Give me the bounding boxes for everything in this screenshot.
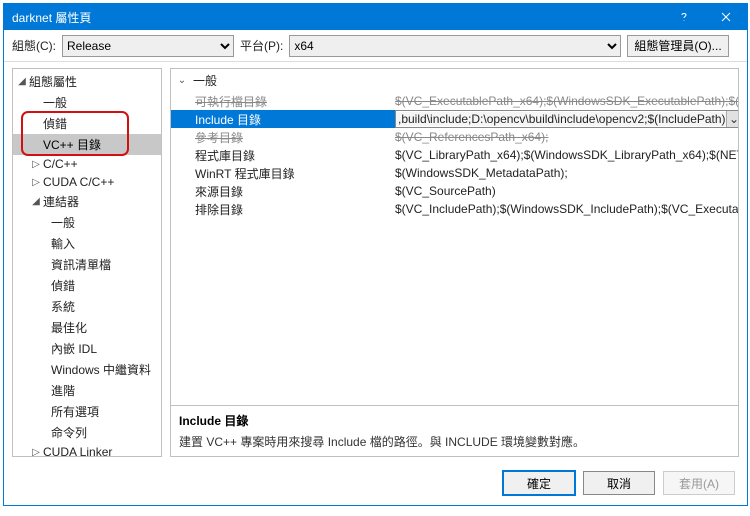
tree-item-label: C/C++ xyxy=(43,157,78,171)
tree-item-label: 輸入 xyxy=(51,235,75,252)
config-label: 組態(C): xyxy=(12,37,56,54)
grid-row-value: $(WindowsSDK_MetadataPath); xyxy=(395,166,738,180)
expand-icon[interactable]: ▷ xyxy=(29,177,43,188)
toolbar: 組態(C): Release 平台(P): x64 組態管理員(O)... xyxy=(4,30,747,62)
grid-row-label: WinRT 程式庫目錄 xyxy=(195,165,395,182)
tree-item[interactable]: 一般 xyxy=(13,212,161,233)
config-select[interactable]: Release xyxy=(62,35,234,57)
property-page-dialog: darknet 屬性頁 組態(C): Release 平台(P): x64 組態… xyxy=(3,3,748,506)
grid-row-label: 程式庫目錄 xyxy=(195,147,395,164)
description-panel: Include 目錄 建置 VC++ 專案時用來搜尋 Include 檔的路徑。… xyxy=(171,405,738,456)
tree-item[interactable]: 進階 xyxy=(13,380,161,401)
expand-icon[interactable]: ▷ xyxy=(29,447,43,458)
tree-item[interactable]: ▷CUDA Linker xyxy=(13,443,161,457)
tree-item[interactable]: VC++ 目錄 xyxy=(13,134,161,155)
right-panel: ⌄ 一般 可執行檔目錄$(VC_ExecutablePath_x64);$(Wi… xyxy=(170,68,739,457)
chevron-down-icon: ⌄ xyxy=(729,112,738,126)
tree-item-label: 一般 xyxy=(51,214,75,231)
expand-icon[interactable]: ▷ xyxy=(29,159,43,170)
tree-item[interactable]: ◢連結器 xyxy=(13,191,161,212)
tree-item-label: 偵錯 xyxy=(51,277,75,294)
tree-item[interactable]: 內嵌 IDL xyxy=(13,338,161,359)
dropdown-button[interactable]: ⌄ xyxy=(726,111,738,127)
help-button[interactable] xyxy=(663,4,705,30)
grid-row-value: $(VC_SourcePath) xyxy=(395,184,738,198)
config-manager-button[interactable]: 組態管理員(O)... xyxy=(627,35,728,57)
description-text: 建置 VC++ 專案時用來搜尋 Include 檔的路徑。與 INCLUDE 環… xyxy=(179,433,730,450)
tree-item-label: 一般 xyxy=(43,94,67,111)
platform-select[interactable]: x64 xyxy=(289,35,621,57)
collapse-icon[interactable]: ◢ xyxy=(29,196,43,207)
tree-item[interactable]: ▷C/C++ xyxy=(13,155,161,173)
footer: 確定 取消 套用(A) xyxy=(4,461,747,505)
tree-item-label: 進階 xyxy=(51,382,75,399)
tree-item-label: 系統 xyxy=(51,298,75,315)
grid-row-label: 排除目錄 xyxy=(195,201,395,218)
grid-row-label: Include 目錄 xyxy=(195,111,395,128)
grid-row-label: 可執行檔目錄 xyxy=(195,93,395,110)
platform-label: 平台(P): xyxy=(240,37,283,54)
tree-item-label: 偵錯 xyxy=(43,115,67,132)
tree-item-label: 最佳化 xyxy=(51,319,87,336)
tree-item[interactable]: 一般 xyxy=(13,92,161,113)
tree-item-label: Windows 中繼資料 xyxy=(51,361,151,378)
description-title: Include 目錄 xyxy=(179,412,730,429)
grid-row[interactable]: WinRT 程式庫目錄$(WindowsSDK_MetadataPath); xyxy=(171,164,738,182)
cancel-button[interactable]: 取消 xyxy=(583,471,655,495)
tree-item-label: VC++ 目錄 xyxy=(43,136,101,153)
close-button[interactable] xyxy=(705,4,747,30)
grid-value-editor[interactable]: ,build\include;D:\opencv\build\include\o… xyxy=(395,110,738,128)
titlebar: darknet 屬性頁 xyxy=(4,4,747,30)
tree-item[interactable]: 所有選項 xyxy=(13,401,161,422)
grid-row[interactable]: 排除目錄$(VC_IncludePath);$(WindowsSDK_Inclu… xyxy=(171,200,738,218)
ok-button[interactable]: 確定 xyxy=(503,471,575,495)
tree-item-label: 所有選項 xyxy=(51,403,99,420)
grid-row[interactable]: Include 目錄,build\include;D:\opencv\build… xyxy=(171,110,738,128)
tree-item[interactable]: 系統 xyxy=(13,296,161,317)
grid-row[interactable]: 參考目錄$(VC_ReferencesPath_x64); xyxy=(171,128,738,146)
tree-item-label: 連結器 xyxy=(43,193,79,210)
grid-row-label: 來源目錄 xyxy=(195,183,395,200)
body-area: ◢ 組態屬性 一般偵錯VC++ 目錄▷C/C++▷CUDA C/C++◢連結器一… xyxy=(4,62,747,461)
grid-category-header[interactable]: ⌄ 一般 xyxy=(171,69,738,92)
grid-row-value: $(VC_IncludePath);$(WindowsSDK_IncludePa… xyxy=(395,202,738,216)
grid-row-value[interactable]: ,build\include;D:\opencv\build\include\o… xyxy=(396,112,726,126)
grid-row[interactable]: 來源目錄$(VC_SourcePath) xyxy=(171,182,738,200)
grid-row[interactable]: 程式庫目錄$(VC_LibraryPath_x64);$(WindowsSDK_… xyxy=(171,146,738,164)
tree-item[interactable]: 資訊清單檔 xyxy=(13,254,161,275)
tree-item[interactable]: ▷CUDA C/C++ xyxy=(13,173,161,191)
collapse-icon[interactable]: ⌄ xyxy=(175,75,189,86)
tree-item-label: 命令列 xyxy=(51,424,87,441)
tree-item-label: 內嵌 IDL xyxy=(51,340,97,357)
grid-row-value: $(VC_ExecutablePath_x64);$(WindowsSDK_Ex… xyxy=(395,94,738,108)
tree-item-label: CUDA Linker xyxy=(43,445,112,457)
apply-button[interactable]: 套用(A) xyxy=(663,471,735,495)
tree-panel[interactable]: ◢ 組態屬性 一般偵錯VC++ 目錄▷C/C++▷CUDA C/C++◢連結器一… xyxy=(12,68,162,457)
property-grid: ⌄ 一般 可執行檔目錄$(VC_ExecutablePath_x64);$(Wi… xyxy=(170,68,739,457)
grid-row-label: 參考目錄 xyxy=(195,129,395,146)
tree-item[interactable]: 輸入 xyxy=(13,233,161,254)
tree-item[interactable]: 最佳化 xyxy=(13,317,161,338)
tree-item-label: CUDA C/C++ xyxy=(43,175,114,189)
tree-root[interactable]: ◢ 組態屬性 xyxy=(13,71,161,92)
tree-item[interactable]: 命令列 xyxy=(13,422,161,443)
window-title: darknet 屬性頁 xyxy=(12,9,663,26)
grid-row-value: $(VC_ReferencesPath_x64); xyxy=(395,130,738,144)
grid-row-value: $(VC_LibraryPath_x64);$(WindowsSDK_Libra… xyxy=(395,148,738,162)
grid-row[interactable]: 可執行檔目錄$(VC_ExecutablePath_x64);$(Windows… xyxy=(171,92,738,110)
tree-item[interactable]: 偵錯 xyxy=(13,275,161,296)
tree-item[interactable]: 偵錯 xyxy=(13,113,161,134)
collapse-icon[interactable]: ◢ xyxy=(15,76,29,87)
tree-item-label: 資訊清單檔 xyxy=(51,256,111,273)
tree-item[interactable]: Windows 中繼資料 xyxy=(13,359,161,380)
